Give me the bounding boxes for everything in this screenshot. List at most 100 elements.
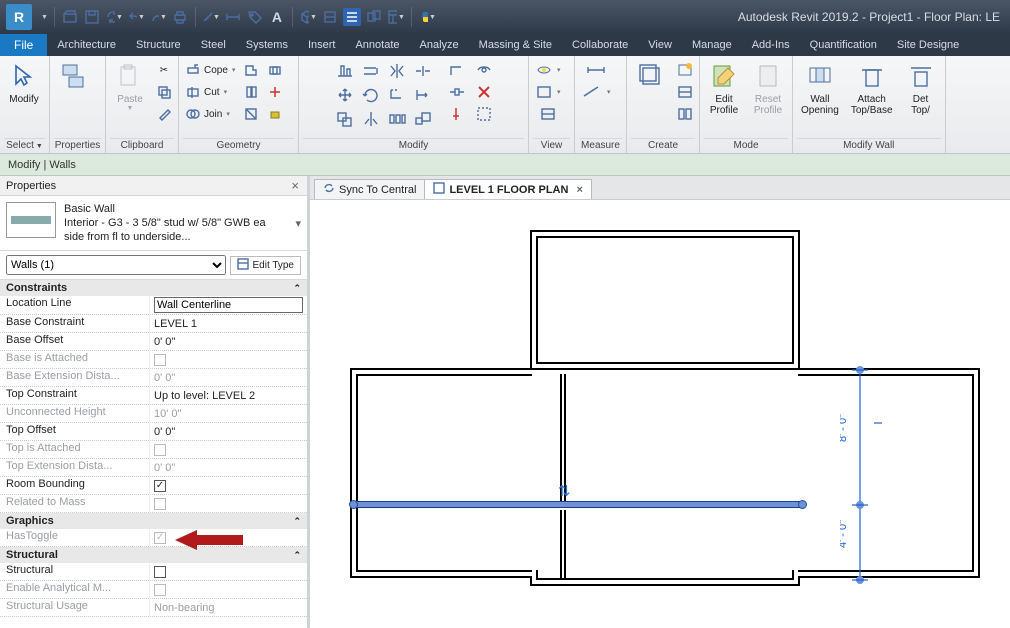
tab-structure[interactable]: Structure bbox=[126, 34, 191, 56]
tab-view[interactable]: View bbox=[638, 34, 682, 56]
selected-wall[interactable] bbox=[356, 501, 802, 508]
tab-systems[interactable]: Systems bbox=[236, 34, 298, 56]
geom5-button[interactable] bbox=[265, 82, 285, 102]
room-bounding-check[interactable] bbox=[154, 480, 166, 492]
create3-button[interactable] bbox=[675, 104, 695, 124]
create1-button[interactable] bbox=[675, 60, 695, 80]
modify-button[interactable]: Modify bbox=[4, 58, 44, 107]
app-menu-dropdown[interactable]: ▼ bbox=[41, 14, 48, 21]
tab-insert[interactable]: Insert bbox=[298, 34, 346, 56]
edit-type-button[interactable]: Edit Type bbox=[230, 256, 301, 275]
group-button[interactable] bbox=[473, 104, 495, 124]
thin-lines-icon[interactable] bbox=[343, 8, 361, 26]
top-constraint-value[interactable]: Up to level: LEVEL 2 bbox=[150, 387, 307, 404]
sync-tab[interactable]: Sync To Central bbox=[314, 179, 425, 199]
unpin-button[interactable] bbox=[473, 60, 495, 80]
category-filter[interactable]: Walls (1) bbox=[6, 255, 226, 275]
close-views-icon[interactable] bbox=[365, 8, 383, 26]
tab-analyze[interactable]: Analyze bbox=[410, 34, 469, 56]
file-tab[interactable]: File bbox=[0, 34, 47, 56]
delete-button[interactable] bbox=[473, 82, 495, 102]
wall-endpoint-right[interactable] bbox=[798, 500, 807, 509]
base-offset-value[interactable]: 0' 0" bbox=[150, 333, 307, 350]
sync-icon[interactable]: ▼ bbox=[105, 8, 123, 26]
extend-button[interactable] bbox=[411, 84, 435, 106]
geom1-button[interactable] bbox=[241, 60, 261, 80]
tab-massing[interactable]: Massing & Site bbox=[469, 34, 562, 56]
cut-geom-button[interactable]: Cut▾ bbox=[183, 82, 237, 102]
text-icon[interactable]: A bbox=[268, 8, 286, 26]
default3d-icon[interactable]: ▼ bbox=[299, 8, 317, 26]
close-icon[interactable]: × bbox=[289, 178, 301, 193]
join-button[interactable]: Join▾ bbox=[183, 104, 237, 124]
geom3-button[interactable] bbox=[241, 104, 261, 124]
mirror-axis-button[interactable] bbox=[385, 60, 409, 82]
hide-button[interactable]: ▾ bbox=[533, 60, 563, 80]
create2-button[interactable] bbox=[675, 82, 695, 102]
undo-icon[interactable]: ▼ bbox=[127, 8, 145, 26]
split-button[interactable] bbox=[411, 60, 435, 82]
copy-button[interactable] bbox=[333, 108, 357, 130]
dimension-icon[interactable] bbox=[224, 8, 242, 26]
align-button[interactable] bbox=[333, 60, 357, 82]
attach-button[interactable]: Attach Top/Base bbox=[847, 58, 897, 118]
type-properties-button[interactable] bbox=[54, 58, 94, 124]
detach-button[interactable]: Det Top/ bbox=[901, 58, 941, 118]
tab-steel[interactable]: Steel bbox=[191, 34, 236, 56]
offset-button[interactable] bbox=[359, 60, 383, 82]
type-selector[interactable]: Basic Wall Interior - G3 - 3 5/8" stud w… bbox=[0, 196, 307, 251]
paste-button[interactable]: Paste ▼ bbox=[110, 58, 150, 114]
rotate-button[interactable] bbox=[359, 84, 383, 106]
group-graphics[interactable]: Graphics⌃ bbox=[0, 513, 307, 529]
edit-profile-button[interactable]: Edit Profile bbox=[704, 58, 744, 118]
tab-addins[interactable]: Add-Ins bbox=[742, 34, 800, 56]
geom6-button[interactable] bbox=[265, 104, 285, 124]
tab-collaborate[interactable]: Collaborate bbox=[562, 34, 638, 56]
group-structural[interactable]: Structural⌃ bbox=[0, 547, 307, 563]
redo-icon[interactable]: ▼ bbox=[149, 8, 167, 26]
create-similar-button[interactable] bbox=[631, 58, 671, 96]
temp-dimension[interactable]: 8' - 0" 4' - 0" bbox=[840, 360, 920, 600]
print-icon[interactable] bbox=[171, 8, 189, 26]
switch-windows-icon[interactable]: ▼ bbox=[387, 8, 405, 26]
drawing-canvas[interactable]: ⇅ 8' - 0" 4' - 0" bbox=[310, 200, 1010, 628]
cut-clipboard-button[interactable]: ✂ bbox=[154, 60, 174, 80]
save-icon[interactable] bbox=[83, 8, 101, 26]
override-button[interactable]: ▾ bbox=[533, 82, 563, 102]
move-button[interactable] bbox=[333, 84, 357, 106]
group-constraints[interactable]: Constraints⌃ bbox=[0, 280, 307, 296]
scale-button[interactable] bbox=[411, 108, 435, 130]
structural-check[interactable] bbox=[154, 566, 166, 578]
geom2-button[interactable] bbox=[241, 82, 261, 102]
tab-quantification[interactable]: Quantification bbox=[800, 34, 887, 56]
tab-manage[interactable]: Manage bbox=[682, 34, 742, 56]
corner-trim-button[interactable] bbox=[445, 60, 469, 80]
copy-clipboard-button[interactable] bbox=[154, 82, 174, 102]
wall-endpoint-left[interactable] bbox=[349, 500, 358, 509]
mirror-pick-button[interactable] bbox=[359, 108, 383, 130]
tag-icon[interactable] bbox=[246, 8, 264, 26]
tab-annotate[interactable]: Annotate bbox=[345, 34, 409, 56]
section-icon[interactable] bbox=[321, 8, 339, 26]
flip-control-icon[interactable]: ⇅ bbox=[558, 482, 571, 500]
base-constraint-value[interactable]: LEVEL 1 bbox=[150, 315, 307, 332]
location-line-input[interactable] bbox=[154, 297, 303, 313]
top-offset-value[interactable]: 0' 0" bbox=[150, 423, 307, 440]
pin-button[interactable] bbox=[445, 104, 469, 124]
aligned-dim-button[interactable] bbox=[583, 60, 609, 80]
measure-button[interactable]: ▾ bbox=[579, 82, 613, 102]
measure-icon[interactable]: ▼ bbox=[202, 8, 220, 26]
tab-sitedesigner[interactable]: Site Designe bbox=[887, 34, 969, 56]
displace-button[interactable] bbox=[537, 104, 559, 124]
revit-logo-icon[interactable]: R bbox=[6, 4, 32, 30]
python-icon[interactable]: ▼ bbox=[418, 8, 436, 26]
open-icon[interactable] bbox=[61, 8, 79, 26]
chevron-down-icon[interactable]: ▾ bbox=[295, 217, 301, 230]
matchtype-button[interactable] bbox=[154, 104, 174, 124]
array-button[interactable] bbox=[385, 108, 409, 130]
tab-architecture[interactable]: Architecture bbox=[47, 34, 126, 56]
cope-button[interactable]: Cope▾ bbox=[183, 60, 237, 80]
trim-button[interactable] bbox=[385, 84, 409, 106]
close-tab-icon[interactable]: × bbox=[576, 184, 582, 196]
split-gap-button[interactable] bbox=[445, 82, 469, 102]
